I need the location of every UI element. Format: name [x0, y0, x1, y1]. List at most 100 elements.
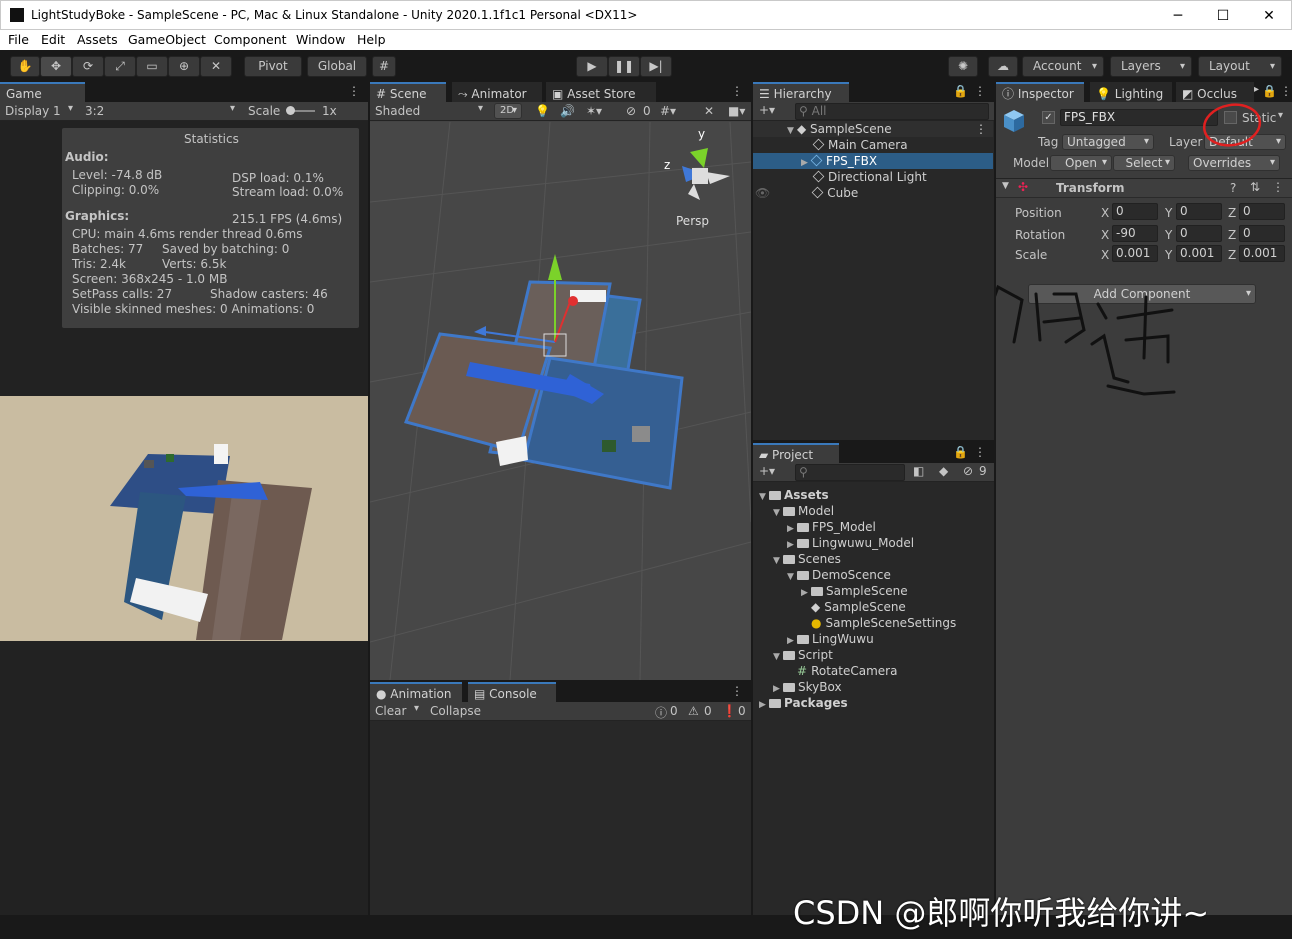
layout-dropdown[interactable]: Layout ▾: [1198, 56, 1282, 77]
menu-window[interactable]: Window: [296, 32, 345, 47]
rect-tool-icon[interactable]: ▭: [136, 56, 168, 77]
project-item[interactable]: ▶ FPS_Model: [787, 519, 876, 535]
grid-snap-icon[interactable]: #: [372, 56, 396, 77]
tab-hierarchy[interactable]: ☰ Hierarchy: [753, 82, 849, 102]
step-button[interactable]: ▶|: [640, 56, 672, 77]
project-item[interactable]: ▶ Lingwuwu_Model: [787, 535, 914, 551]
rotate-tool-icon[interactable]: ⟳: [72, 56, 104, 77]
audio-icon[interactable]: 🔊: [560, 104, 575, 118]
project-item[interactable]: ▶ SampleScene: [801, 583, 908, 599]
expand-icon[interactable]: ▼: [759, 489, 769, 505]
tab-game-label: Game: [6, 87, 42, 101]
more-icon[interactable]: ⋮: [731, 684, 743, 698]
menu-edit[interactable]: Edit: [41, 32, 65, 47]
expand-icon[interactable]: ▼: [773, 505, 783, 521]
collapse-button[interactable]: Collapse: [430, 704, 481, 718]
chevron-down-icon[interactable]: ▾: [414, 703, 419, 714]
scale-slider-handle[interactable]: [286, 106, 295, 115]
tab-scene[interactable]: # Scene: [370, 82, 446, 102]
scale-tool-icon[interactable]: ⤢: [104, 56, 136, 77]
clear-button[interactable]: Clear: [375, 704, 406, 718]
tab-project[interactable]: ▰ Project: [753, 443, 839, 463]
hierarchy-item-fps-fbx[interactable]: ▶ FPS_FBX: [753, 153, 993, 169]
tab-game[interactable]: Game: [0, 82, 85, 102]
mode-2d-button[interactable]: 2D: [494, 103, 522, 119]
tab-animator[interactable]: ⤳ Animator: [452, 82, 542, 102]
light-icon[interactable]: 💡: [535, 104, 550, 118]
project-item[interactable]: ▶ LingWuwu: [787, 631, 874, 647]
account-dropdown[interactable]: Account ▾: [1022, 56, 1104, 77]
hierarchy-item-directional-light[interactable]: Directional Light: [753, 169, 993, 185]
hierarchy-item-cube[interactable]: 👁 Cube: [753, 185, 993, 201]
expand-icon[interactable]: ▼: [773, 649, 783, 665]
pivot-toggle[interactable]: Pivot: [244, 56, 302, 77]
menu-file[interactable]: File: [8, 32, 29, 47]
more-icon[interactable]: ⋮: [974, 84, 986, 98]
hidden-packages-icon[interactable]: ⊘: [963, 464, 973, 478]
tab-animation[interactable]: ● Animation: [370, 682, 462, 702]
filter-label-icon[interactable]: ◆: [939, 464, 948, 478]
tab-console[interactable]: ▤ Console: [468, 682, 556, 702]
project-item[interactable]: ▼ Script: [773, 647, 833, 663]
transform-tool-icon[interactable]: ⊕: [168, 56, 200, 77]
menu-help[interactable]: Help: [357, 32, 386, 47]
project-item[interactable]: ● SampleSceneSettings: [801, 615, 956, 631]
move-tool-icon[interactable]: ✥: [40, 56, 72, 77]
more-icon[interactable]: ⋮: [731, 84, 743, 98]
warning-icon[interactable]: ⚠: [688, 704, 699, 718]
minimize-button[interactable]: ─: [1163, 5, 1193, 27]
cloud-icon[interactable]: ☁: [988, 56, 1018, 77]
filter-type-icon[interactable]: ◧: [913, 464, 924, 478]
project-item[interactable]: ▼ DemoScence: [787, 567, 891, 583]
create-icon[interactable]: +▾: [759, 464, 775, 478]
layers-dropdown[interactable]: Layers ▾: [1110, 56, 1192, 77]
menu-assets[interactable]: Assets: [77, 32, 118, 47]
error-icon[interactable]: ❗: [722, 704, 737, 718]
lock-icon[interactable]: 🔒: [953, 445, 968, 459]
project-item[interactable]: # RotateCamera: [787, 663, 897, 679]
project-item[interactable]: ▶ Packages: [759, 695, 848, 711]
shading-dropdown[interactable]: Shaded: [375, 104, 420, 118]
effects-icon[interactable]: ✶▾: [586, 104, 602, 118]
hand-tool-icon[interactable]: ✋: [10, 56, 40, 77]
camera-icon[interactable]: ■▾: [728, 104, 745, 118]
project-item[interactable]: ▶ SkyBox: [773, 679, 842, 695]
info-icon[interactable]: ⓘ: [655, 704, 667, 721]
custom-tool-icon[interactable]: ✕: [200, 56, 232, 77]
tab-asset-store[interactable]: ▣ Asset Store: [546, 82, 656, 102]
aspect-dropdown[interactable]: 3:2: [85, 104, 104, 118]
visibility-icon[interactable]: ⊘: [626, 104, 636, 118]
collab-icon[interactable]: ✺: [948, 56, 978, 77]
folder-icon: [797, 635, 809, 644]
global-toggle[interactable]: Global: [307, 56, 367, 77]
pause-button[interactable]: ❚❚: [608, 56, 640, 77]
expand-icon[interactable]: ▶: [759, 697, 769, 713]
play-button[interactable]: ▶: [576, 56, 608, 77]
create-icon[interactable]: +▾: [759, 103, 775, 117]
menu-gameobject[interactable]: GameObject: [128, 32, 206, 47]
grid-icon[interactable]: #▾: [660, 104, 676, 118]
hierarchy-search-input[interactable]: ⚲ All: [795, 103, 989, 120]
hierarchy-item-main-camera[interactable]: Main Camera: [753, 137, 993, 153]
eye-icon[interactable]: 👁: [755, 186, 770, 200]
menu-component[interactable]: Component: [214, 32, 287, 47]
more-icon[interactable]: ⋮: [974, 445, 986, 459]
display-dropdown[interactable]: Display 1: [5, 104, 61, 118]
game-view-render: [0, 396, 368, 641]
persp-label[interactable]: Persp: [676, 214, 709, 228]
project-item[interactable]: ◆ SampleScene: [801, 599, 906, 615]
tools-icon[interactable]: ✕: [704, 104, 714, 118]
more-icon[interactable]: ⋮: [348, 84, 360, 98]
maximize-button[interactable]: ☐: [1208, 5, 1238, 27]
close-button[interactable]: ✕: [1254, 5, 1284, 27]
project-item[interactable]: ▼ Model: [773, 503, 834, 519]
hierarchy-scene-row[interactable]: ▼ ◆ SampleScene ⋮: [753, 121, 993, 137]
scene-viewport[interactable]: [370, 122, 751, 680]
expand-icon[interactable]: ▼: [787, 569, 797, 585]
project-item[interactable]: ▼ Scenes: [773, 551, 841, 567]
more-icon[interactable]: ⋮: [975, 121, 987, 137]
lock-icon[interactable]: 🔒: [953, 84, 968, 98]
expand-icon[interactable]: ▼: [773, 553, 783, 569]
project-item[interactable]: ▼ Assets: [759, 487, 829, 503]
project-search-input[interactable]: ⚲: [795, 464, 905, 481]
